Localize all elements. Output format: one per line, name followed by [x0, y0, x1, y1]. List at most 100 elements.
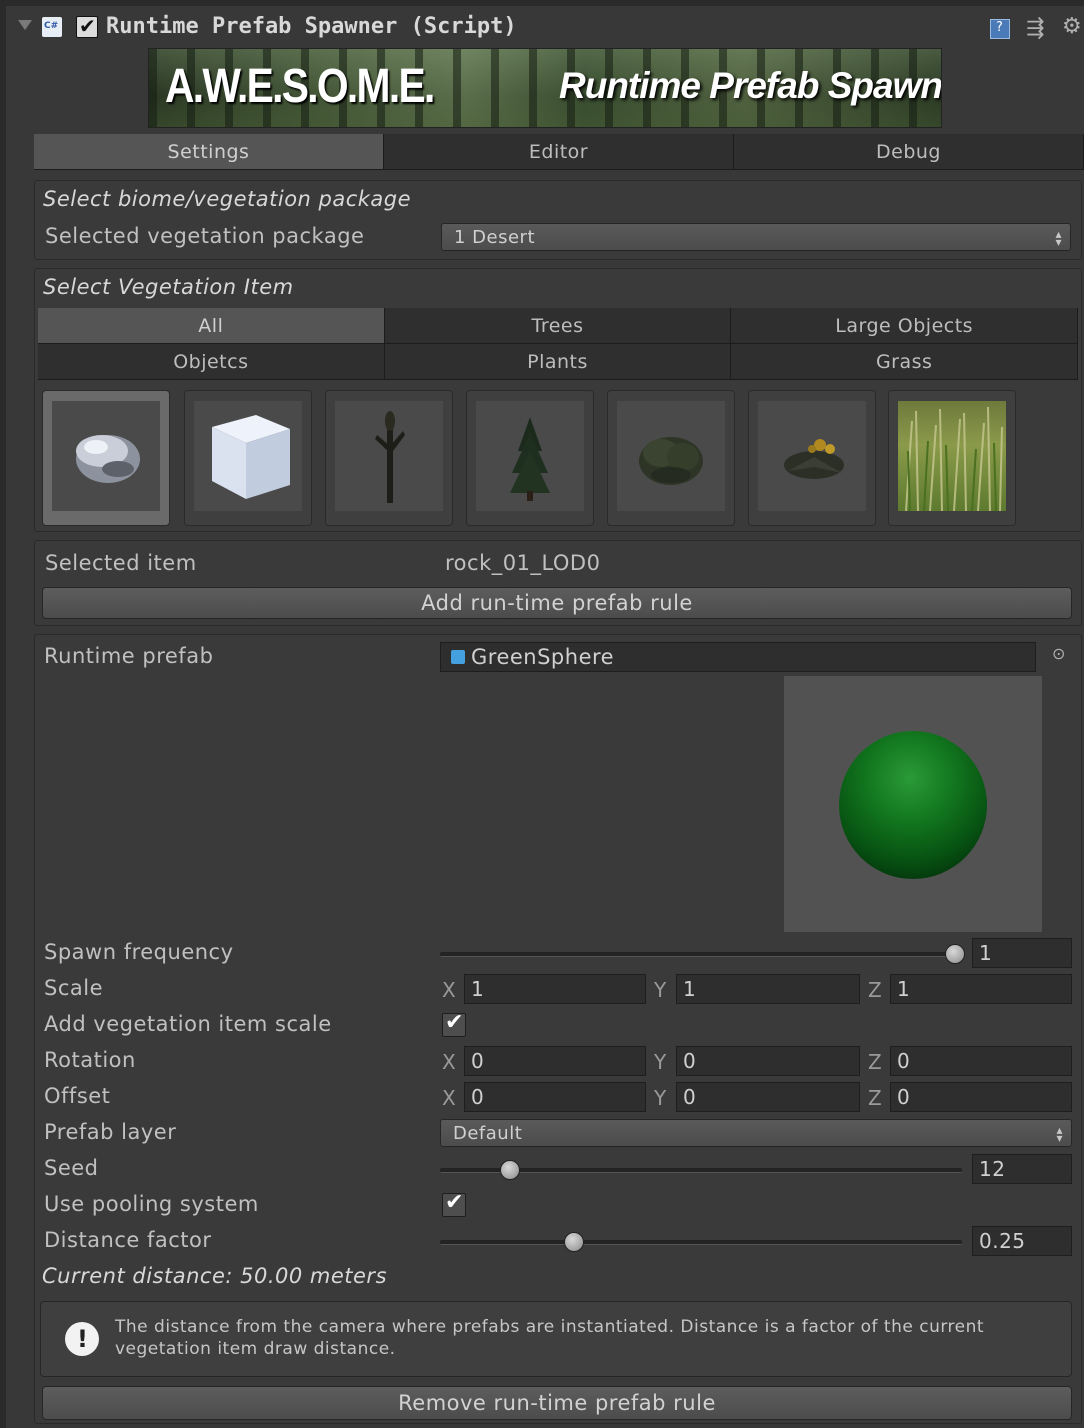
rock-icon	[52, 401, 160, 511]
vegetation-thumb-flower-plant[interactable]	[748, 390, 876, 526]
distance-factor-label: Distance factor	[44, 1228, 212, 1252]
spawn-frequency-label: Spawn frequency	[44, 940, 234, 964]
filter-plants[interactable]: Plants	[384, 344, 732, 380]
distance-help-text: The distance from the camera where prefa…	[115, 1317, 985, 1359]
tab-editor[interactable]: Editor	[384, 134, 734, 170]
scale-y-field[interactable]: 1	[676, 974, 860, 1004]
rotation-label: Rotation	[44, 1048, 136, 1072]
pooling-checkbox[interactable]	[442, 1190, 466, 1217]
vegetation-package-value: 1 Desert	[454, 226, 536, 248]
script-icon	[42, 17, 62, 37]
scale-z-axis-label: Z	[868, 978, 883, 1002]
bush-icon	[617, 401, 725, 511]
banner-subtitle: Runtime Prefab Spawner	[559, 65, 942, 106]
offset-label: Offset	[44, 1084, 111, 1108]
vegetation-thumb-grass[interactable]	[888, 390, 1016, 526]
selected-item-label: Selected item	[45, 551, 197, 575]
distance-help-box: The distance from the camera where prefa…	[40, 1301, 1072, 1377]
vegetation-thumb-pine-tree[interactable]	[466, 390, 594, 526]
preset-icon[interactable]: ⇶	[1026, 16, 1045, 41]
flower-plant-icon	[758, 401, 866, 511]
add-scale-checkbox[interactable]	[442, 1010, 466, 1037]
scale-y-axis-label: Y	[654, 978, 667, 1002]
green-sphere-preview	[839, 731, 987, 879]
vegetation-package-dropdown[interactable]: 1 Desert ▴ ▾	[441, 223, 1071, 251]
vegetation-thumb-rock[interactable]	[42, 390, 170, 526]
vegetation-filter-row-2: Objetcs Plants Grass	[38, 344, 1079, 380]
spawn-frequency-field[interactable]: 1	[972, 938, 1072, 968]
distance-factor-field[interactable]: 0.25	[972, 1226, 1072, 1256]
component-title: Runtime Prefab Spawner (Script)	[106, 14, 517, 39]
pine-tree-icon	[476, 401, 584, 511]
grass-icon	[898, 401, 1006, 512]
distance-factor-slider[interactable]	[440, 1240, 962, 1245]
cube-icon	[194, 401, 302, 511]
remove-prefab-rule-button[interactable]: Remove run-time prefab rule	[42, 1386, 1072, 1420]
object-picker-icon[interactable]: ⊙	[1052, 644, 1066, 663]
vegetation-filter-row-1: All Trees Large Objects	[38, 308, 1079, 344]
component-enabled-checkbox[interactable]	[76, 14, 98, 38]
runtime-prefab-label: Runtime prefab	[44, 644, 214, 668]
add-prefab-rule-button[interactable]: Add run-time prefab rule	[42, 587, 1072, 619]
scale-z-field[interactable]: 1	[890, 974, 1072, 1004]
rotation-z-axis-label: Z	[868, 1050, 883, 1074]
filter-objects[interactable]: Objetcs	[38, 344, 385, 380]
biome-section-title: Select biome/vegetation package	[43, 187, 412, 211]
runtime-prefab-field[interactable]: GreenSphere	[440, 642, 1036, 672]
scale-label: Scale	[44, 976, 103, 1000]
vegetation-package-label: Selected vegetation package	[45, 224, 365, 248]
main-tabs: Settings Editor Debug	[34, 134, 1084, 170]
offset-y-axis-label: Y	[654, 1086, 667, 1110]
tab-settings[interactable]: Settings	[34, 134, 384, 170]
spawn-frequency-slider[interactable]	[440, 952, 962, 957]
pooling-label: Use pooling system	[44, 1192, 259, 1216]
help-icon[interactable]	[990, 19, 1010, 39]
banner-image: A.W.E.S.O.M.E. Runtime Prefab Spawner	[148, 48, 942, 128]
vegetation-thumb-bush[interactable]	[607, 390, 735, 526]
seed-field[interactable]: 12	[972, 1154, 1072, 1184]
seed-label: Seed	[44, 1156, 99, 1180]
banner-logo: A.W.E.S.O.M.E.	[165, 60, 435, 113]
seed-slider-thumb[interactable]	[500, 1160, 520, 1180]
scale-x-axis-label: X	[442, 978, 457, 1002]
filter-all[interactable]: All	[38, 308, 385, 344]
vegetation-thumb-dead-tree[interactable]	[325, 390, 453, 526]
spawn-frequency-slider-thumb[interactable]	[945, 944, 965, 964]
prefab-preview	[784, 676, 1042, 932]
offset-x-axis-label: X	[442, 1086, 457, 1110]
add-scale-label: Add vegetation item scale	[44, 1012, 332, 1036]
distance-factor-slider-thumb[interactable]	[564, 1232, 584, 1252]
current-distance-text: Current distance: 50.00 meters	[42, 1264, 388, 1288]
dead-tree-icon	[335, 401, 443, 511]
rotation-x-field[interactable]: 0	[464, 1046, 646, 1076]
offset-y-field[interactable]: 0	[676, 1082, 860, 1112]
left-divider	[0, 0, 6, 1428]
rotation-y-axis-label: Y	[654, 1050, 667, 1074]
offset-z-axis-label: Z	[868, 1086, 883, 1110]
vegetation-thumb-cube[interactable]	[184, 390, 312, 526]
tab-debug[interactable]: Debug	[734, 134, 1084, 170]
rotation-z-field[interactable]: 0	[890, 1046, 1072, 1076]
biome-section: Select biome/vegetation package Selected…	[34, 180, 1082, 260]
prefab-cube-icon	[451, 650, 465, 664]
dropdown-arrows-icon: ▴ ▾	[1056, 1123, 1063, 1145]
filter-large-objects[interactable]: Large Objects	[731, 308, 1079, 344]
foldout-arrow-icon[interactable]	[18, 20, 32, 30]
rotation-x-axis-label: X	[442, 1050, 457, 1074]
filter-trees[interactable]: Trees	[384, 308, 732, 344]
offset-x-field[interactable]: 0	[464, 1082, 646, 1112]
filter-grass[interactable]: Grass	[731, 344, 1079, 380]
rotation-y-field[interactable]: 0	[676, 1046, 860, 1076]
component-header[interactable]: Runtime Prefab Spawner (Script) ⇶ ⚙	[6, 6, 1084, 46]
prefab-layer-dropdown[interactable]: Default ▴ ▾	[440, 1119, 1072, 1147]
prefab-layer-label: Prefab layer	[44, 1120, 177, 1144]
vegetation-section-title: Select Vegetation Item	[43, 275, 294, 299]
offset-z-field[interactable]: 0	[890, 1082, 1072, 1112]
info-icon	[65, 1322, 99, 1356]
scale-x-field[interactable]: 1	[464, 974, 646, 1004]
selected-item-value: rock_01_LOD0	[445, 551, 601, 575]
inspector-panel: Runtime Prefab Spawner (Script) ⇶ ⚙ A.W.…	[0, 0, 1084, 1428]
runtime-prefab-value: GreenSphere	[471, 645, 615, 669]
gear-icon[interactable]: ⚙	[1062, 14, 1082, 39]
dropdown-arrows-icon: ▴ ▾	[1055, 227, 1062, 249]
